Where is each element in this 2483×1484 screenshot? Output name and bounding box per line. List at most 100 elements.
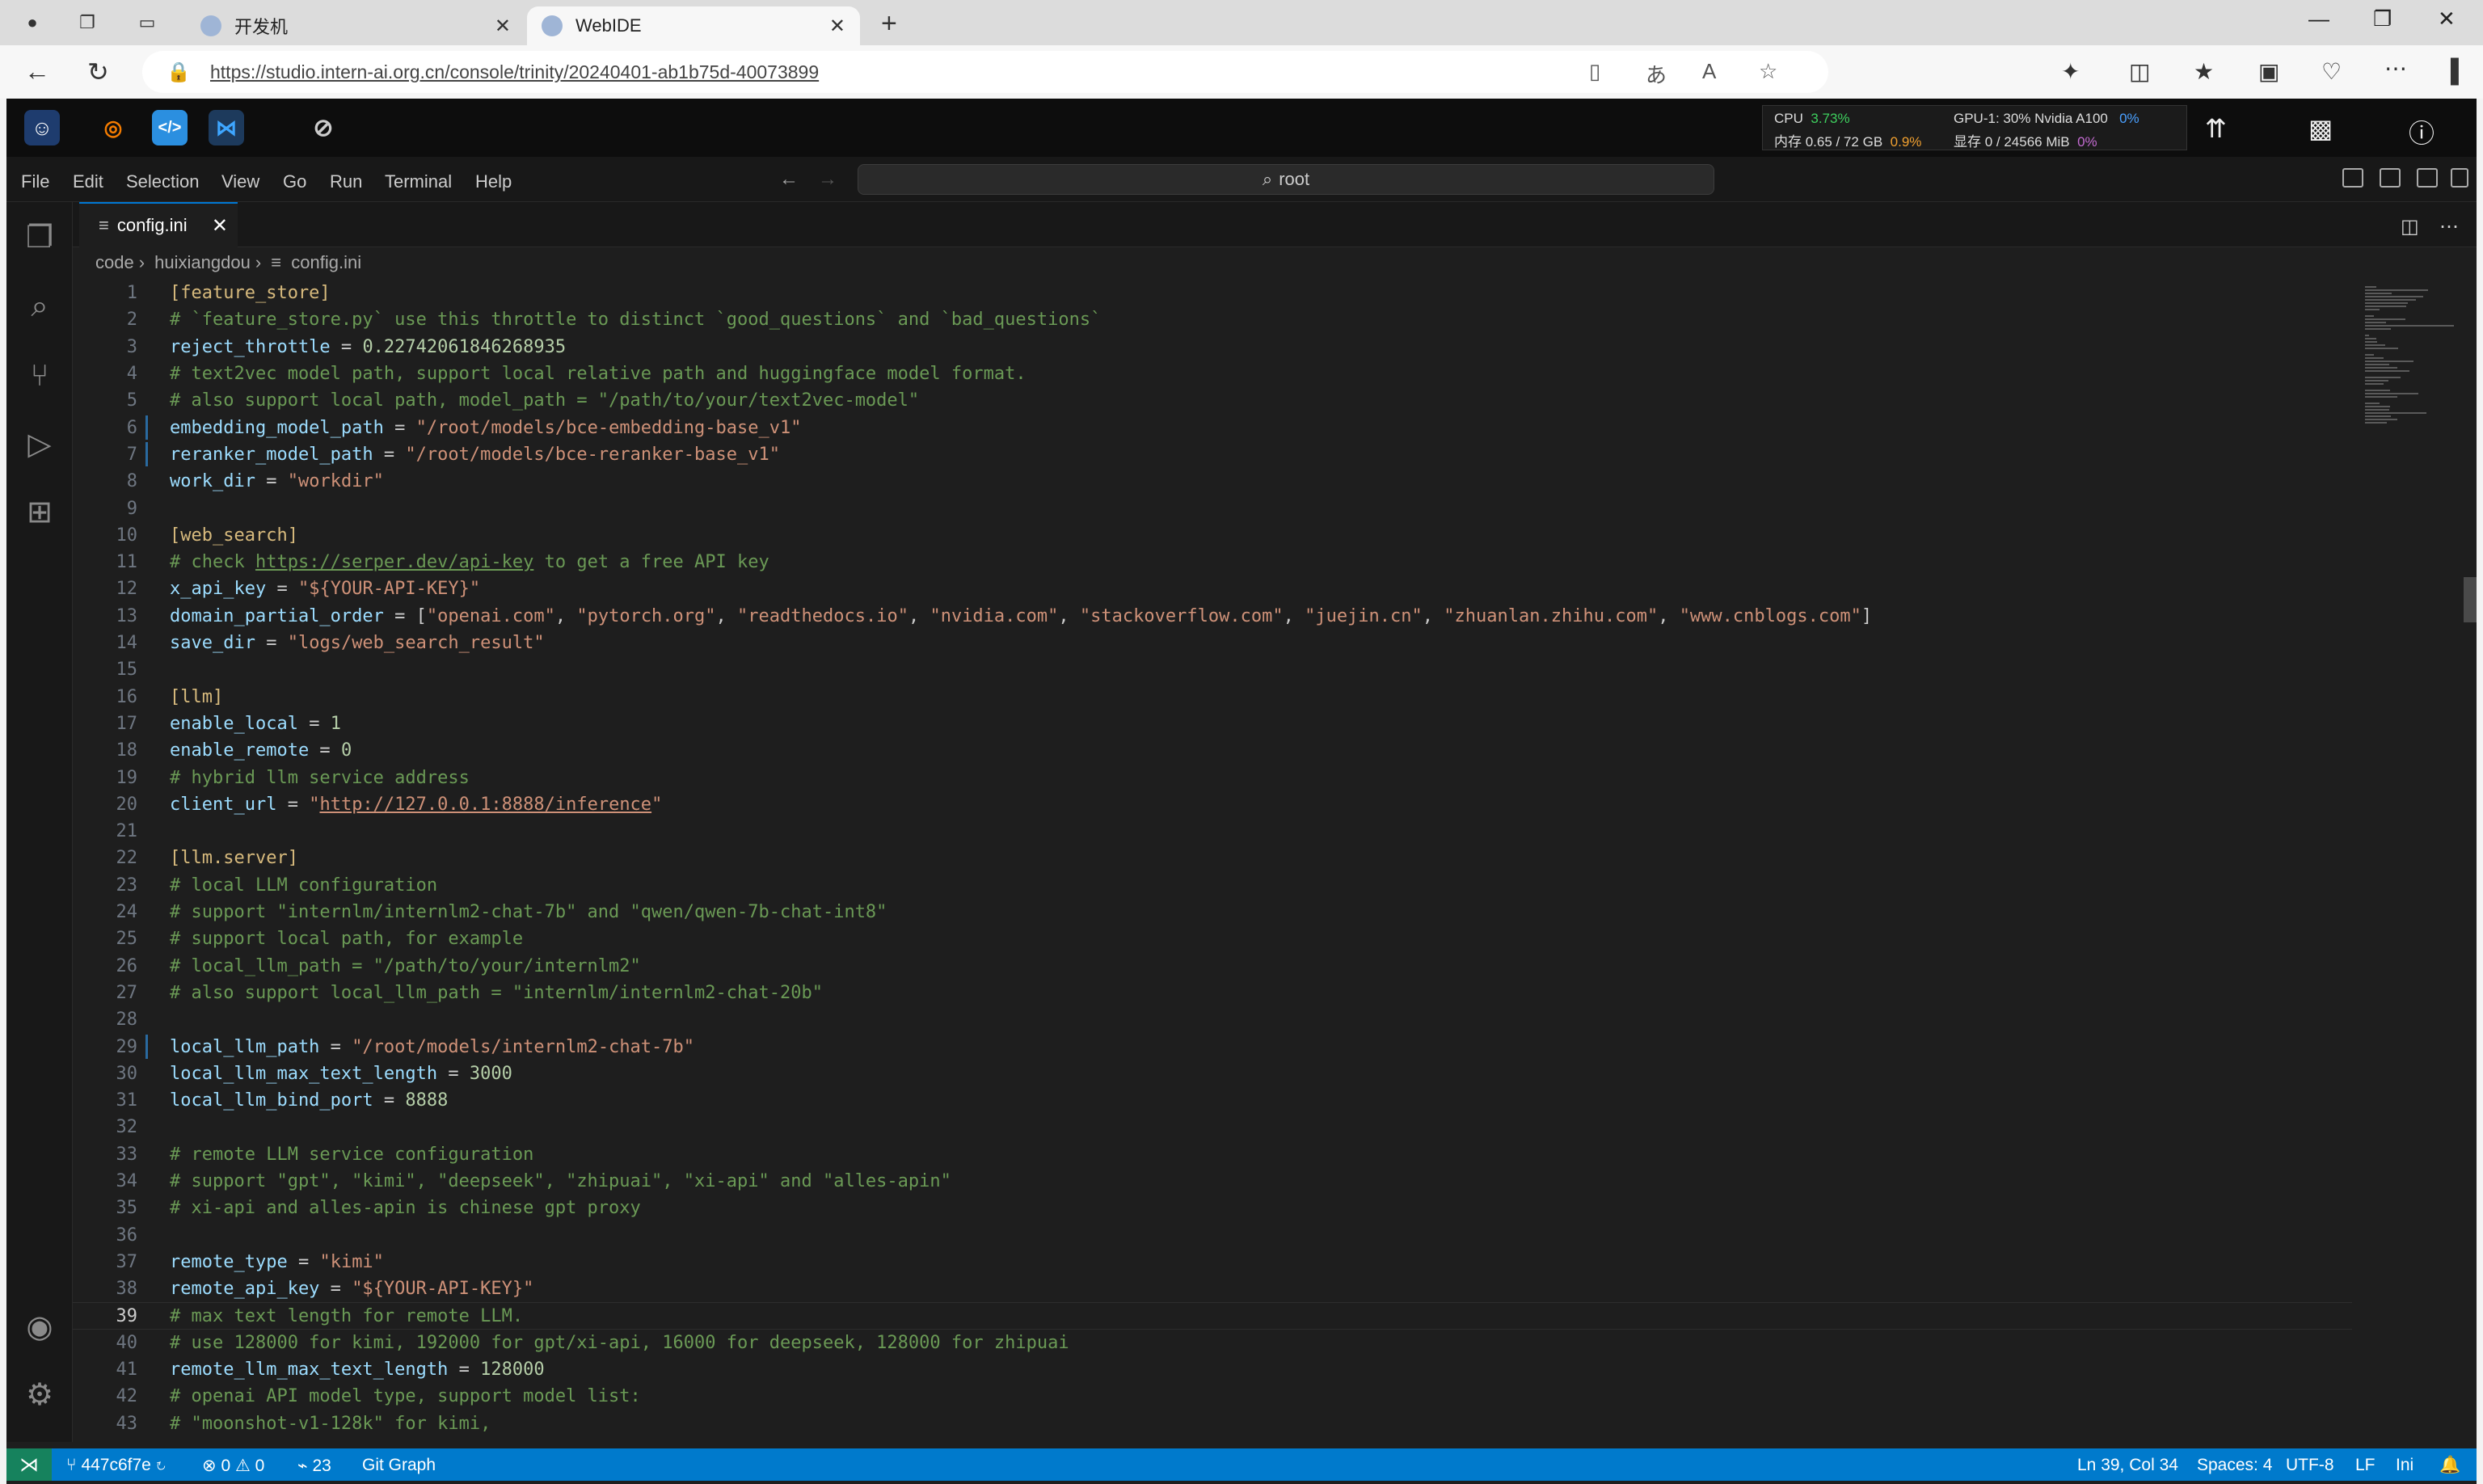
menu-selection[interactable]: Selection [126,171,200,192]
scrollbar-thumb[interactable] [2464,577,2477,622]
profile-icon[interactable]: ● [19,10,45,36]
code-line[interactable]: 3 reject_throttle = 0.22742061846268935 [73,334,2352,360]
customize-layout-icon[interactable] [2451,168,2468,188]
menu-go[interactable]: Go [283,171,306,192]
menu-edit[interactable]: Edit [73,171,103,192]
close-icon[interactable]: ✕ [212,214,228,238]
code-line[interactable]: 36 [73,1222,2352,1249]
image-icon[interactable]: ▩ [2308,113,2333,144]
code-line[interactable]: 26 # local_llm_path = "/path/to/your/inte… [73,953,2352,980]
git-graph-button[interactable]: Git Graph [362,1456,436,1475]
code-line[interactable]: 21 [73,818,2352,845]
code-line[interactable]: 14 save_dir = "logs/web_search_result" [73,630,2352,656]
extensions-icon[interactable]: ⊞ [6,483,73,540]
nav-forward-icon[interactable]: → [818,168,837,191]
code-line[interactable]: 42 # openai API model type, support model… [73,1383,2352,1410]
nav-back-icon[interactable]: ← [779,168,799,191]
code-line[interactable]: 1 [feature_store] [73,280,2352,306]
toggle-panel-icon[interactable] [2380,168,2401,188]
code-line[interactable]: 10 [web_search] [73,522,2352,549]
browser-essentials-icon[interactable]: ♡ [2321,58,2342,85]
breadcrumb-item[interactable]: code [95,252,134,272]
code-line[interactable]: 27 # also support local_llm_path = "inter… [73,980,2352,1006]
account-icon[interactable]: ◉ [6,1298,73,1355]
menu-help[interactable]: Help [475,171,512,192]
code-line[interactable]: 15 [73,656,2352,683]
more-actions-icon[interactable]: ⋯ [2439,215,2459,238]
code-line[interactable]: 30 local_llm_max_text_length = 3000 [73,1060,2352,1087]
tab-actions-icon[interactable]: ▭ [134,10,160,36]
code-line[interactable]: 2 # `feature_store.py` use this throttle … [73,306,2352,333]
code-line[interactable]: 9 [73,495,2352,521]
breadcrumb-item[interactable]: config.ini [291,252,361,272]
encoding-status[interactable]: UTF-8 [2286,1456,2334,1475]
explorer-icon[interactable]: ❐ [6,209,73,265]
extensions-icon[interactable]: ✦ [2061,58,2080,85]
menu-terminal[interactable]: Terminal [385,171,452,192]
code-line[interactable]: 25 # support local path, for example [73,925,2352,952]
settings-icon[interactable]: ⚙ [6,1366,73,1423]
code-line[interactable]: 35 # xi-api and alles-apin is chinese gpt… [73,1195,2352,1221]
close-window-button[interactable]: ✕ [2438,6,2456,32]
cursor-position[interactable]: Ln 39, Col 34 [2077,1456,2178,1475]
code-line[interactable]: 12 x_api_key = "${YOUR-API-KEY}" [73,575,2352,602]
reader-icon[interactable]: ▯ [1589,59,1600,84]
upload-icon[interactable]: ⇈ [2205,113,2227,144]
refresh-icon[interactable]: ↻ [87,57,109,87]
eol-status[interactable]: LF [2355,1456,2376,1475]
code-line[interactable]: 43 # "moonshot-v1-128k" for kimi, [73,1410,2352,1437]
code-line[interactable]: 17 enable_local = 1 [73,710,2352,737]
code-line[interactable]: 31 local_llm_bind_port = 8888 [73,1087,2352,1114]
problems-status[interactable]: ⊗ 0 ⚠ 0 [202,1456,264,1476]
code-line[interactable]: 32 [73,1114,2352,1140]
code-app-icon[interactable]: </> [152,110,188,145]
favorites-icon[interactable]: ★ [2194,58,2214,85]
menu-run[interactable]: Run [330,171,362,192]
code-line[interactable]: 20 client_url = "http://127.0.0.1:8888/in… [73,791,2352,818]
favorite-icon[interactable]: ☆ [1759,59,1777,84]
code-line[interactable]: 16 [llm] [73,684,2352,710]
close-tab-icon[interactable]: ✕ [829,15,845,38]
language-status[interactable]: Ini [2396,1456,2413,1475]
workspaces-icon[interactable]: ❐ [74,10,100,36]
code-line[interactable]: 6 embedding_model_path = "/root/models/bc… [73,415,2352,441]
editor-tab-config[interactable]: ≡ config.ini ✕ [79,202,238,247]
more-icon[interactable]: ⋯ [2384,55,2407,82]
code-line[interactable]: 24 # support "internlm/internlm2-chat-7b"… [73,899,2352,925]
close-tab-icon[interactable]: ✕ [495,15,511,38]
code-line[interactable]: 22 [llm.server] [73,845,2352,871]
indentation-status[interactable]: Spaces: 4 [2197,1456,2272,1475]
new-tab-button[interactable]: + [881,8,897,40]
notifications-icon[interactable]: 🔔 [2439,1456,2460,1475]
code-line[interactable]: 38 remote_api_key = "${YOUR-API-KEY}" [73,1275,2352,1302]
command-center[interactable]: ⌕ root [858,164,1714,195]
vscode-icon[interactable]: ⋈ [209,110,244,145]
code-line[interactable]: 8 work_dir = "workdir" [73,468,2352,495]
code-line[interactable]: 28 [73,1006,2352,1033]
vertical-scrollbar[interactable] [2464,286,2477,1434]
code-line[interactable]: 23 # local LLM configuration [73,872,2352,899]
menu-view[interactable]: View [221,171,259,192]
code-line[interactable]: 18 enable_remote = 0 [73,737,2352,764]
remote-indicator-icon[interactable]: ⋊ [6,1448,52,1481]
minimize-button[interactable]: — [2308,6,2329,32]
code-line[interactable]: 19 # hybrid llm service address [73,764,2352,790]
sidebar-icon[interactable]: ▐ [2443,58,2459,84]
collections-icon[interactable]: ▣ [2258,58,2279,85]
code-line[interactable]: 5 # also support local path, model_path =… [73,387,2352,414]
code-editor[interactable]: 1 [feature_store] 2 # `feature_store.py` us… [73,280,2417,1440]
toggle-secondary-sidebar-icon[interactable] [2417,168,2438,188]
compass-icon[interactable]: ⊘ [306,110,341,145]
url-field[interactable]: 🔒 https://studio.intern-ai.org.cn/consol… [142,51,1828,93]
search-icon[interactable]: ⌕ [6,278,73,335]
code-line[interactable]: 41 remote_llm_max_text_length = 128000 [73,1356,2352,1383]
intern-logo-icon[interactable]: ☺ [24,110,60,145]
code-line[interactable]: 39 # max text length for remote LLM. [73,1302,2352,1330]
code-line[interactable]: 13 domain_partial_order = ["openai.com", … [73,603,2352,630]
code-line[interactable]: 7 reranker_model_path = "/root/models/bce… [73,441,2352,468]
browser-tab-devmachine[interactable]: 开发机 ✕ [186,6,525,45]
run-debug-icon[interactable]: ▷ [6,415,73,472]
code-line[interactable]: 33 # remote LLM service configuration [73,1141,2352,1168]
back-icon[interactable]: ← [24,57,50,86]
source-control-icon[interactable]: ⑂ [6,348,73,404]
